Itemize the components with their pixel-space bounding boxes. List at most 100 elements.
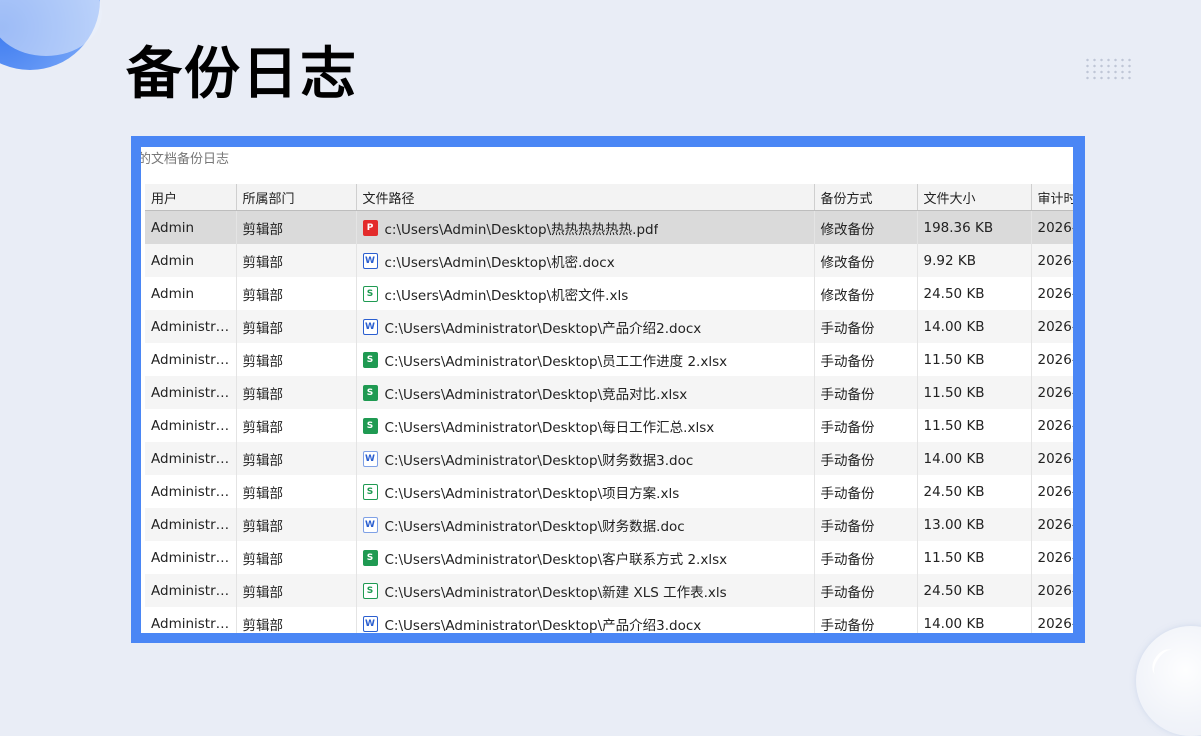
cell-file-path: Wc:\Users\Admin\Desktop\机密.docx xyxy=(356,244,815,277)
cell-user: Admin xyxy=(145,277,237,310)
table-row[interactable]: Administra... 剪辑部 S C:\Users\Administrator\… xyxy=(145,343,1073,376)
xls-file-icon: S xyxy=(362,483,378,500)
cell-file-path: S C:\Users\Administrator\Desktop\客户联系方式 2… xyxy=(356,541,815,574)
file-path-text: C:\Users\Administrator\Desktop\每日工作汇总.xl… xyxy=(384,419,715,436)
table-row[interactable]: Administra... 剪辑部 S C:\Users\Administrator\… xyxy=(145,541,1073,574)
cell-file-size: 11.50 KB xyxy=(917,343,1032,376)
file-path-text: C:\Users\Administrator\Desktop\产品介绍3.doc… xyxy=(384,617,702,634)
cell-audit-time: 2026- xyxy=(1031,508,1073,541)
file-path-text: C:\Users\Administrator\Desktop\财务数据.doc xyxy=(384,518,685,535)
cell-department: 剪辑部 xyxy=(236,409,357,442)
cell-backup-mode: 手动备份 xyxy=(814,376,918,409)
cell-file-path: S C:\Users\Administrator\Desktop\竞品对比.xls… xyxy=(356,376,815,409)
table-row[interactable]: Administra... 剪辑部 W C:\Users\Administrator\… xyxy=(145,310,1073,343)
cell-file-size: 11.50 KB xyxy=(917,541,1032,574)
cell-backup-mode: 手动备份 xyxy=(814,475,918,508)
decorative-bubble xyxy=(1136,626,1201,736)
cell-department: 剪辑部 xyxy=(236,310,357,343)
column-header-user[interactable]: 用户 xyxy=(145,184,237,211)
file-path-text: C:\Users\Administrator\Desktop\项目方案.xls xyxy=(384,485,680,502)
cell-audit-time: 2026- xyxy=(1031,210,1073,244)
xlsx-file-icon: S xyxy=(362,351,378,368)
cell-audit-time: 2026- xyxy=(1031,574,1073,607)
table-row[interactable]: Administra... 剪辑部 S C:\Users\Administrator\… xyxy=(145,409,1073,442)
cell-audit-time: 2026- xyxy=(1031,607,1073,633)
table-row[interactable]: Administra... 剪辑部 W C:\Users\Administrator\… xyxy=(145,442,1073,475)
file-path-text: c:\Users\Admin\Desktop\机密文件.xls xyxy=(384,287,629,304)
cell-file-path: W C:\Users\Administrator\Desktop\财务数据3.do… xyxy=(356,442,815,475)
column-header-audit-time[interactable]: 审计时 xyxy=(1031,184,1073,211)
table-row[interactable]: Administra... 剪辑部 W C:\Users\Administrator\… xyxy=(145,508,1073,541)
xlsx-file-icon: S xyxy=(362,384,378,401)
cell-user: Administra... xyxy=(145,409,237,442)
cell-user: Administra... xyxy=(145,541,237,574)
cell-file-path: Sc:\Users\Admin\Desktop\机密文件.xls xyxy=(356,277,815,310)
cell-audit-time: 2026- xyxy=(1031,343,1073,376)
xls-file-icon: S xyxy=(362,582,378,599)
backup-log-window: 的文档备份日志 用户 所属部门 文件路径 备份方式 文件大小 审计时 Admin… xyxy=(141,147,1073,633)
cell-audit-time: 2026- xyxy=(1031,442,1073,475)
docx-file-icon: W xyxy=(362,252,378,269)
file-path-text: c:\Users\Admin\Desktop\机密.docx xyxy=(384,254,615,271)
backup-log-table: 用户 所属部门 文件路径 备份方式 文件大小 审计时 Admin 剪辑部 Pc:\U… xyxy=(145,184,1073,633)
table-row[interactable]: Admin 剪辑部 Pc:\Users\Admin\Desktop\热热热热热热.p… xyxy=(145,210,1073,244)
table-row[interactable]: Administra... 剪辑部 S C:\Users\Administrator\… xyxy=(145,574,1073,607)
cell-department: 剪辑部 xyxy=(236,442,357,475)
cell-user: Administra... xyxy=(145,310,237,343)
column-header-backup-mode[interactable]: 备份方式 xyxy=(814,184,918,211)
xls-file-icon: S xyxy=(362,285,378,302)
backup-log-table-container[interactable]: 用户 所属部门 文件路径 备份方式 文件大小 审计时 Admin 剪辑部 Pc:\U… xyxy=(145,184,1073,633)
file-path-text: c:\Users\Admin\Desktop\热热热热热热.pdf xyxy=(384,221,659,238)
cell-user: Admin xyxy=(145,244,237,277)
cell-department: 剪辑部 xyxy=(236,607,357,633)
cell-backup-mode: 修改备份 xyxy=(814,277,918,310)
decorative-circle-overlay xyxy=(0,0,102,56)
decorative-dot-grid xyxy=(1084,57,1134,81)
docx-file-icon: W xyxy=(362,615,378,632)
cell-file-size: 24.50 KB xyxy=(917,277,1032,310)
cell-file-path: S C:\Users\Administrator\Desktop\新建 XLS 工… xyxy=(356,574,815,607)
cell-user: Administra... xyxy=(145,607,237,633)
file-path-text: C:\Users\Administrator\Desktop\员工工作进度 2.… xyxy=(384,353,728,370)
cell-file-path: S C:\Users\Administrator\Desktop\员工工作进度 2… xyxy=(356,343,815,376)
pdf-file-icon: P xyxy=(362,219,378,236)
cell-backup-mode: 修改备份 xyxy=(814,210,918,244)
cell-department: 剪辑部 xyxy=(236,508,357,541)
table-row[interactable]: Admin 剪辑部 Sc:\Users\Admin\Desktop\机密文件.xls… xyxy=(145,277,1073,310)
cell-department: 剪辑部 xyxy=(236,541,357,574)
cell-user: Administra... xyxy=(145,442,237,475)
cell-audit-time: 2026- xyxy=(1031,409,1073,442)
cell-file-size: 11.50 KB xyxy=(917,409,1032,442)
cell-audit-time: 2026- xyxy=(1031,310,1073,343)
screenshot-frame: 的文档备份日志 用户 所属部门 文件路径 备份方式 文件大小 审计时 Admin… xyxy=(131,136,1085,643)
cell-department: 剪辑部 xyxy=(236,244,357,277)
cell-file-size: 11.50 KB xyxy=(917,376,1032,409)
cell-department: 剪辑部 xyxy=(236,343,357,376)
column-header-file-path[interactable]: 文件路径 xyxy=(356,184,815,211)
cell-department: 剪辑部 xyxy=(236,574,357,607)
table-row[interactable]: Administra... 剪辑部 S C:\Users\Administrator\… xyxy=(145,376,1073,409)
cell-file-size: 198.36 KB xyxy=(917,210,1032,244)
cell-file-path: Pc:\Users\Admin\Desktop\热热热热热热.pdf xyxy=(356,210,815,244)
cell-file-path: S C:\Users\Administrator\Desktop\项目方案.xls xyxy=(356,475,815,508)
cell-backup-mode: 手动备份 xyxy=(814,343,918,376)
cell-audit-time: 2026- xyxy=(1031,475,1073,508)
table-row[interactable]: Administra... 剪辑部 W C:\Users\Administrator\… xyxy=(145,607,1073,633)
cell-user: Administra... xyxy=(145,343,237,376)
column-header-file-size[interactable]: 文件大小 xyxy=(917,184,1032,211)
docx-file-icon: W xyxy=(362,318,378,335)
cell-file-path: W C:\Users\Administrator\Desktop\财务数据.doc xyxy=(356,508,815,541)
column-header-department[interactable]: 所属部门 xyxy=(236,184,357,211)
cell-backup-mode: 手动备份 xyxy=(814,409,918,442)
file-path-text: C:\Users\Administrator\Desktop\财务数据3.doc xyxy=(384,452,694,469)
cell-audit-time: 2026- xyxy=(1031,277,1073,310)
cell-user: Administra... xyxy=(145,574,237,607)
page-title: 备份日志 xyxy=(126,42,358,107)
cell-backup-mode: 手动备份 xyxy=(814,541,918,574)
cell-backup-mode: 手动备份 xyxy=(814,442,918,475)
cell-backup-mode: 手动备份 xyxy=(814,574,918,607)
cell-file-size: 24.50 KB xyxy=(917,475,1032,508)
file-path-text: C:\Users\Administrator\Desktop\竞品对比.xlsx xyxy=(384,386,688,403)
table-row[interactable]: Admin 剪辑部 Wc:\Users\Admin\Desktop\机密.docx 修… xyxy=(145,244,1073,277)
table-row[interactable]: Administra... 剪辑部 S C:\Users\Administrator\… xyxy=(145,475,1073,508)
